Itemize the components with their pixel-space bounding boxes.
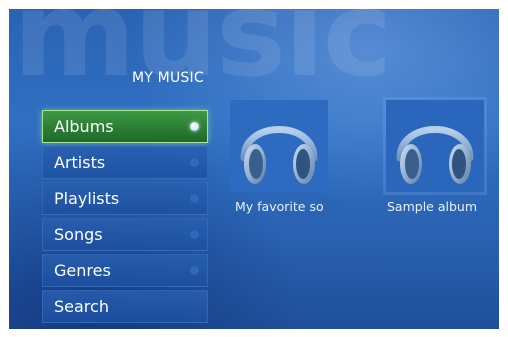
menu-item-genres[interactable]: Genres [42, 254, 208, 287]
menu-item-label: Search [54, 297, 109, 316]
menu-item-songs[interactable]: Songs [42, 218, 208, 251]
media-center-window: music MY MUSIC Albums Artists Playlists … [9, 9, 499, 329]
selection-dot-icon [190, 158, 199, 167]
page-title: MY MUSIC [132, 70, 204, 86]
menu-item-label: Genres [54, 261, 111, 280]
menu-item-label: Playlists [54, 189, 120, 208]
menu-item-playlists[interactable]: Playlists [42, 182, 208, 215]
menu-item-label: Albums [54, 117, 114, 136]
album-tile[interactable] [230, 100, 328, 192]
menu-item-label: Artists [54, 153, 106, 172]
headphones-icon [240, 126, 318, 184]
headphones-icon [396, 126, 474, 184]
selection-dot-icon [190, 122, 199, 131]
album-caption: Sample album [387, 199, 478, 214]
menu-item-albums[interactable]: Albums [42, 110, 208, 143]
menu-item-search[interactable]: Search [42, 290, 208, 323]
album-caption: My favorite so [235, 199, 324, 214]
menu-item-label: Songs [54, 225, 103, 244]
selection-dot-icon [190, 266, 199, 275]
music-menu: Albums Artists Playlists Songs Genres Se… [42, 110, 208, 326]
selection-dot-icon [190, 230, 199, 239]
album-tile[interactable] [386, 100, 484, 192]
menu-item-artists[interactable]: Artists [42, 146, 208, 179]
selection-dot-icon [190, 194, 199, 203]
